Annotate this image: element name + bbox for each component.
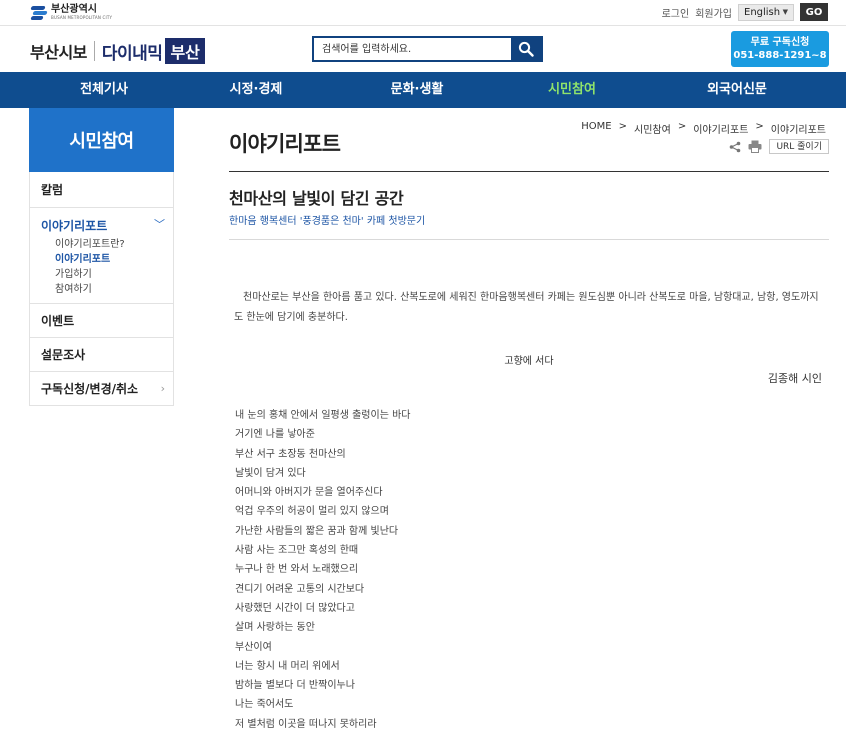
poem-line: 밤하늘 별보다 더 반짝이누나 xyxy=(235,680,355,692)
submenu-about[interactable]: 이야기리포트란? xyxy=(55,237,173,252)
sidebar-item-label: 이야기리포트 xyxy=(41,219,108,233)
article-divider xyxy=(229,239,829,240)
poem-line: 사람 사는 조그만 혹성의 한때 xyxy=(235,545,359,557)
breadcrumb-separator: > xyxy=(677,121,687,132)
poem-title: 고향에 서다 xyxy=(504,356,554,367)
search-icon xyxy=(518,41,534,57)
site-logo[interactable]: 부산시보 다이내믹 부산 xyxy=(30,38,205,64)
site-header: 부산시보 다이내믹 부산 무료 구독신청 051-888-1291~8 xyxy=(0,26,846,72)
poem-line: 날빛이 담겨 있다 xyxy=(235,467,306,479)
nav-citizen-participation[interactable]: 시민참여 xyxy=(523,72,621,108)
subscribe-label: 무료 구독신청 xyxy=(750,37,810,48)
poem-line: 가난한 사람들의 짧은 꿈과 함께 빛난다 xyxy=(235,525,399,537)
article-intro: 천마산로는 부산을 한아름 품고 있다. 산복도로에 세워진 한마음행복센터 카… xyxy=(234,292,819,323)
brand-divider xyxy=(93,41,95,61)
poem-line: 저 별처럼 이곳을 떠나지 못하리라 xyxy=(235,718,377,730)
login-link[interactable]: 로그인 xyxy=(662,5,690,20)
sidebar-item-label: 구독신청/변경/취소 xyxy=(41,382,139,396)
poem-line: 사랑했던 시간이 더 많았다고 xyxy=(235,602,355,614)
sidebar-submenu: 이야기리포트란? 이야기리포트 가입하기 참여하기 xyxy=(41,237,173,297)
poem-line: 누구나 한 번 와서 노래했으리 xyxy=(235,564,359,576)
url-shorten-button[interactable]: URL 줄이기 xyxy=(769,139,829,154)
breadcrumb-separator: > xyxy=(618,121,627,132)
poem-line: 부산 서구 초장동 천마산의 xyxy=(235,448,346,460)
main-nav: 전체기사 시정·경제 문화·생활 시민참여 외국어신문 xyxy=(0,72,846,108)
brand-busan: 부산 xyxy=(165,38,205,64)
busan-city-logo[interactable]: 부산광역시 BUSAN METROPOLITAN CITY xyxy=(30,3,113,20)
print-icon[interactable] xyxy=(748,140,762,153)
sidebar-item-label: 칼럼 xyxy=(41,183,64,197)
sidebar-item-event[interactable]: 이벤트 xyxy=(30,304,173,338)
brand-busan-sibo: 부산시보 xyxy=(30,43,87,62)
poem-line: 부산이여 xyxy=(235,641,272,653)
article-tools: URL 줄이기 xyxy=(729,139,829,154)
nav-foreign-language[interactable]: 외국어신문 xyxy=(688,72,786,108)
article-subtitle: 한마음 행복센터 '풍경품은 천마' 카페 첫방문기 xyxy=(229,216,426,227)
submenu-join[interactable]: 가입하기 xyxy=(55,267,173,282)
language-select[interactable]: English ▼ xyxy=(738,3,794,21)
sidebar-item-label: 설문조사 xyxy=(41,348,86,362)
caret-down-icon: ▼ xyxy=(782,8,788,16)
chevron-right-icon: › xyxy=(160,382,165,395)
top-utility-bar: 부산광역시 BUSAN METROPOLITAN CITY 로그인 회원가입 E… xyxy=(0,0,846,26)
poem-lines: 내 눈의 홍채 안에서 일평생 출렁이는 바다 거기엔 나를 낳아준 부산 서구… xyxy=(235,406,410,734)
page-title: 이야기리포트 xyxy=(229,132,341,156)
breadcrumb-citizen[interactable]: 시민참여 xyxy=(634,121,671,136)
sidebar-item-label: 이벤트 xyxy=(41,314,75,328)
city-logo-icon xyxy=(30,4,48,20)
go-button[interactable]: GO xyxy=(800,3,828,21)
poem-line: 내 눈의 홍채 안에서 일평생 출렁이는 바다 xyxy=(235,410,411,421)
search-bar xyxy=(312,36,543,62)
search-input[interactable] xyxy=(314,38,511,60)
poem-line: 억겁 우주의 허공이 멀리 있지 않으며 xyxy=(235,506,389,518)
title-divider xyxy=(229,171,829,172)
poem-line: 거기엔 나를 낳아준 xyxy=(235,429,315,441)
sidebar-item-survey[interactable]: 설문조사 xyxy=(30,338,173,372)
subscribe-phone: 051-888-1291~8 xyxy=(733,50,827,61)
nav-culture-life[interactable]: 문화·생활 xyxy=(368,72,466,108)
sidebar-item-subscription[interactable]: 구독신청/변경/취소 › xyxy=(30,372,173,406)
nav-city-economy[interactable]: 시정·경제 xyxy=(207,72,305,108)
poem-author: 김종해 시인 xyxy=(767,372,822,385)
chevron-down-icon: ﹀ xyxy=(154,218,165,231)
poem-line: 나는 죽어서도 xyxy=(235,699,294,711)
breadcrumb-story-report[interactable]: 이야기리포트 xyxy=(693,121,748,136)
brand-dynamic: 다이내믹 xyxy=(101,43,163,64)
breadcrumb-current[interactable]: 이야기리포트 xyxy=(771,121,826,136)
submenu-participate[interactable]: 참여하기 xyxy=(55,282,173,297)
poem-line: 어머니와 아버지가 문을 열어주신다 xyxy=(235,487,383,499)
sidebar-item-column[interactable]: 칼럼 xyxy=(30,172,173,208)
sidebar-title: 시민참여 xyxy=(29,108,174,172)
city-name-en: BUSAN METROPOLITAN CITY xyxy=(51,14,113,20)
share-icon[interactable] xyxy=(729,141,741,153)
sidebar: 시민참여 칼럼 이야기리포트 ﹀ 이야기리포트란? 이야기리포트 가입하기 참여… xyxy=(29,108,174,406)
free-subscribe-button[interactable]: 무료 구독신청 051-888-1291~8 xyxy=(731,31,829,67)
sidebar-item-story-report[interactable]: 이야기리포트 ﹀ 이야기리포트란? 이야기리포트 가입하기 참여하기 xyxy=(30,208,173,304)
poem-line: 살며 사랑하는 동안 xyxy=(235,622,315,634)
search-button[interactable] xyxy=(511,38,541,60)
poem-line: 견디기 어려운 고통의 시간보다 xyxy=(235,583,365,595)
nav-all-articles[interactable]: 전체기사 xyxy=(55,72,153,108)
language-select-value: English xyxy=(744,6,781,18)
signup-link[interactable]: 회원가입 xyxy=(695,5,732,20)
city-name: 부산광역시 xyxy=(51,3,97,15)
breadcrumb: HOME > 시민참여 > 이야기리포트 > 이야기리포트 xyxy=(581,121,826,136)
poem-line: 너는 항시 내 머리 위에서 xyxy=(235,660,340,672)
submenu-story-report[interactable]: 이야기리포트 xyxy=(55,252,173,267)
breadcrumb-separator: > xyxy=(755,121,764,132)
breadcrumb-home[interactable]: HOME xyxy=(581,121,611,136)
article-title: 천마산의 날빛이 담긴 공간 xyxy=(229,189,404,208)
